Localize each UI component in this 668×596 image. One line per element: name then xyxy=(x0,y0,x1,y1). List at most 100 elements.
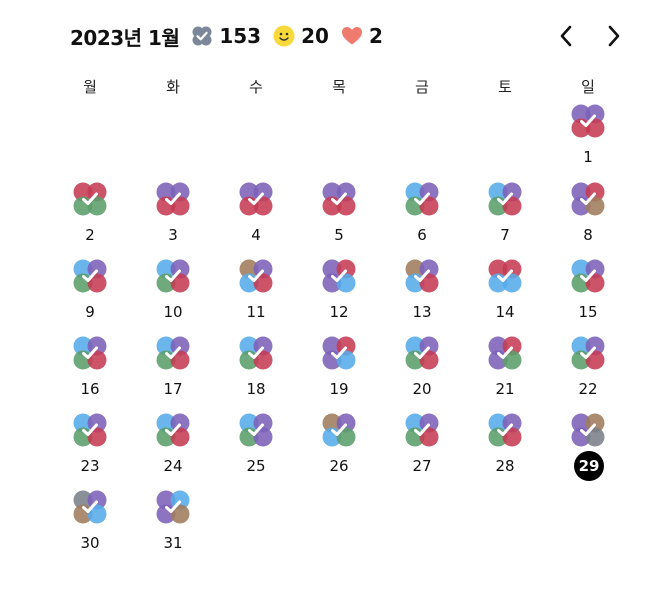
day-badge-icon xyxy=(73,182,107,216)
day-cell[interactable]: 28 xyxy=(477,413,533,479)
weekday-label: 목 xyxy=(332,78,346,96)
day-badge-icon xyxy=(73,336,107,370)
day-badge-icon xyxy=(156,336,190,370)
day-cell[interactable]: 16 xyxy=(62,336,118,402)
date-label: 2 xyxy=(85,226,95,244)
day-badge-icon xyxy=(405,413,439,447)
day-badge-icon xyxy=(156,490,190,524)
stat-heart-count: 2 xyxy=(368,24,383,48)
date-label: 19 xyxy=(329,380,349,398)
month-title: 2023년 1월 xyxy=(70,25,180,50)
day-badge-icon xyxy=(322,182,356,216)
day-cell[interactable]: 14 xyxy=(477,259,533,325)
day-cell[interactable]: 22 xyxy=(560,336,616,402)
day-badge-icon xyxy=(405,259,439,293)
day-badge-icon xyxy=(239,336,273,370)
day-badge-icon xyxy=(239,182,273,216)
today-date-label: 29 xyxy=(574,451,604,481)
day-cell[interactable]: 9 xyxy=(62,259,118,325)
day-cell[interactable]: 11 xyxy=(228,259,284,325)
heart-icon xyxy=(341,25,363,47)
date-label: 8 xyxy=(583,226,593,244)
day-cell[interactable]: 30 xyxy=(62,490,118,556)
day-cell[interactable]: 8 xyxy=(560,182,616,248)
date-label: 12 xyxy=(329,303,349,321)
day-badge-icon xyxy=(73,259,107,293)
day-badge-icon xyxy=(571,413,605,447)
date-label: 28 xyxy=(495,457,515,475)
day-badge-icon xyxy=(156,259,190,293)
day-badge-icon xyxy=(73,490,107,524)
day-badge-icon xyxy=(239,413,273,447)
day-cell[interactable]: 29 xyxy=(560,413,616,481)
day-cell[interactable]: 21 xyxy=(477,336,533,402)
date-label: 22 xyxy=(578,380,598,398)
prev-month-button[interactable] xyxy=(552,22,580,50)
day-cell[interactable]: 5 xyxy=(311,182,367,248)
day-cell[interactable]: 3 xyxy=(145,182,201,248)
day-cell[interactable]: 15 xyxy=(560,259,616,325)
day-badge-icon xyxy=(488,259,522,293)
day-cell[interactable]: 19 xyxy=(311,336,367,402)
stat-check: 153 xyxy=(191,24,261,48)
day-cell[interactable]: 31 xyxy=(145,490,201,556)
day-badge-icon xyxy=(488,336,522,370)
date-label: 15 xyxy=(578,303,598,321)
date-label: 6 xyxy=(417,226,427,244)
date-label: 11 xyxy=(246,303,266,321)
day-badge-icon xyxy=(156,413,190,447)
date-label: 31 xyxy=(163,534,183,552)
date-label: 26 xyxy=(329,457,349,475)
day-badge-icon xyxy=(571,182,605,216)
date-label: 1 xyxy=(583,148,593,166)
day-cell[interactable]: 26 xyxy=(311,413,367,479)
calendar-header: 2023년 1월 153 20 2 xyxy=(70,22,383,50)
date-label: 10 xyxy=(163,303,183,321)
day-cell[interactable]: 2 xyxy=(62,182,118,248)
date-label: 18 xyxy=(246,380,266,398)
chevron-right-icon xyxy=(608,25,620,47)
check-badge-icon xyxy=(191,25,213,47)
day-badge-icon xyxy=(156,182,190,216)
day-cell[interactable]: 1 xyxy=(560,104,616,170)
date-label: 21 xyxy=(495,380,515,398)
weekday-label: 일 xyxy=(581,78,595,96)
day-badge-icon xyxy=(405,182,439,216)
day-badge-icon xyxy=(571,259,605,293)
stat-smiley-count: 20 xyxy=(301,24,329,48)
date-label: 24 xyxy=(163,457,183,475)
date-label: 30 xyxy=(80,534,100,552)
day-cell[interactable]: 18 xyxy=(228,336,284,402)
day-cell[interactable]: 6 xyxy=(394,182,450,248)
date-label: 3 xyxy=(168,226,178,244)
day-badge-icon xyxy=(73,413,107,447)
stat-heart: 2 xyxy=(341,24,383,48)
day-badge-icon xyxy=(571,104,605,138)
date-label: 20 xyxy=(412,380,432,398)
weekday-label: 금 xyxy=(415,78,429,96)
day-cell[interactable]: 17 xyxy=(145,336,201,402)
day-badge-icon xyxy=(322,259,356,293)
date-label: 23 xyxy=(80,457,100,475)
day-badge-icon xyxy=(322,413,356,447)
weekday-label: 수 xyxy=(249,78,263,96)
next-month-button[interactable] xyxy=(600,22,628,50)
date-label: 17 xyxy=(163,380,183,398)
day-cell[interactable]: 10 xyxy=(145,259,201,325)
date-label: 7 xyxy=(500,226,510,244)
day-cell[interactable]: 12 xyxy=(311,259,367,325)
date-label: 25 xyxy=(246,457,266,475)
day-cell[interactable]: 4 xyxy=(228,182,284,248)
day-cell[interactable]: 13 xyxy=(394,259,450,325)
date-label: 27 xyxy=(412,457,432,475)
day-badge-icon xyxy=(488,413,522,447)
day-cell[interactable]: 27 xyxy=(394,413,450,479)
day-cell[interactable]: 24 xyxy=(145,413,201,479)
day-cell[interactable]: 25 xyxy=(228,413,284,479)
day-cell[interactable]: 7 xyxy=(477,182,533,248)
smiley-icon xyxy=(273,25,295,47)
date-label: 16 xyxy=(80,380,100,398)
day-cell[interactable]: 20 xyxy=(394,336,450,402)
day-cell[interactable]: 23 xyxy=(62,413,118,479)
date-label: 9 xyxy=(85,303,95,321)
